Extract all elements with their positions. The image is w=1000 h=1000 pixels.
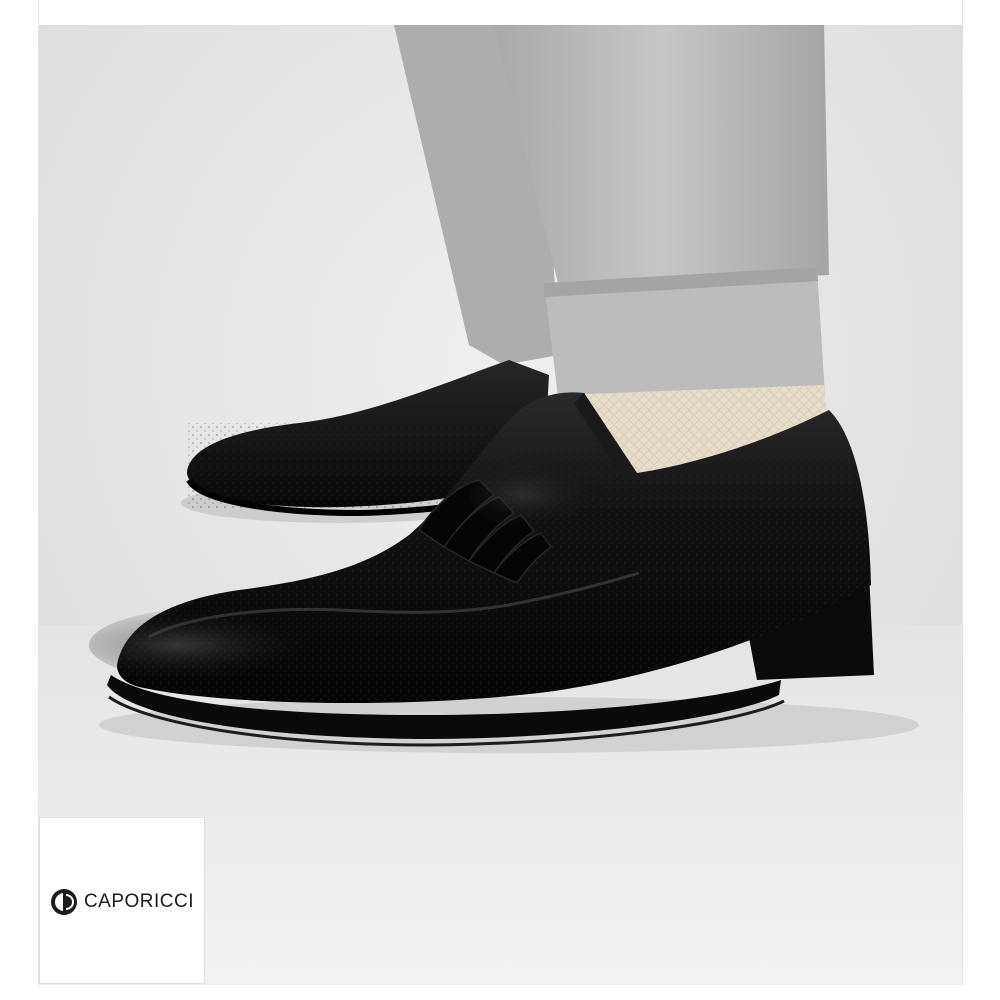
brand-logo: CAPORICCI [50,888,194,916]
caporicci-monogram-icon [50,888,77,915]
frame-divider-right [962,0,963,985]
brand-logo-card[interactable]: CAPORICCI [39,817,205,984]
brand-name: CAPORICCI [83,890,195,912]
product-gallery-page: CAPORICCI [0,0,1000,1000]
